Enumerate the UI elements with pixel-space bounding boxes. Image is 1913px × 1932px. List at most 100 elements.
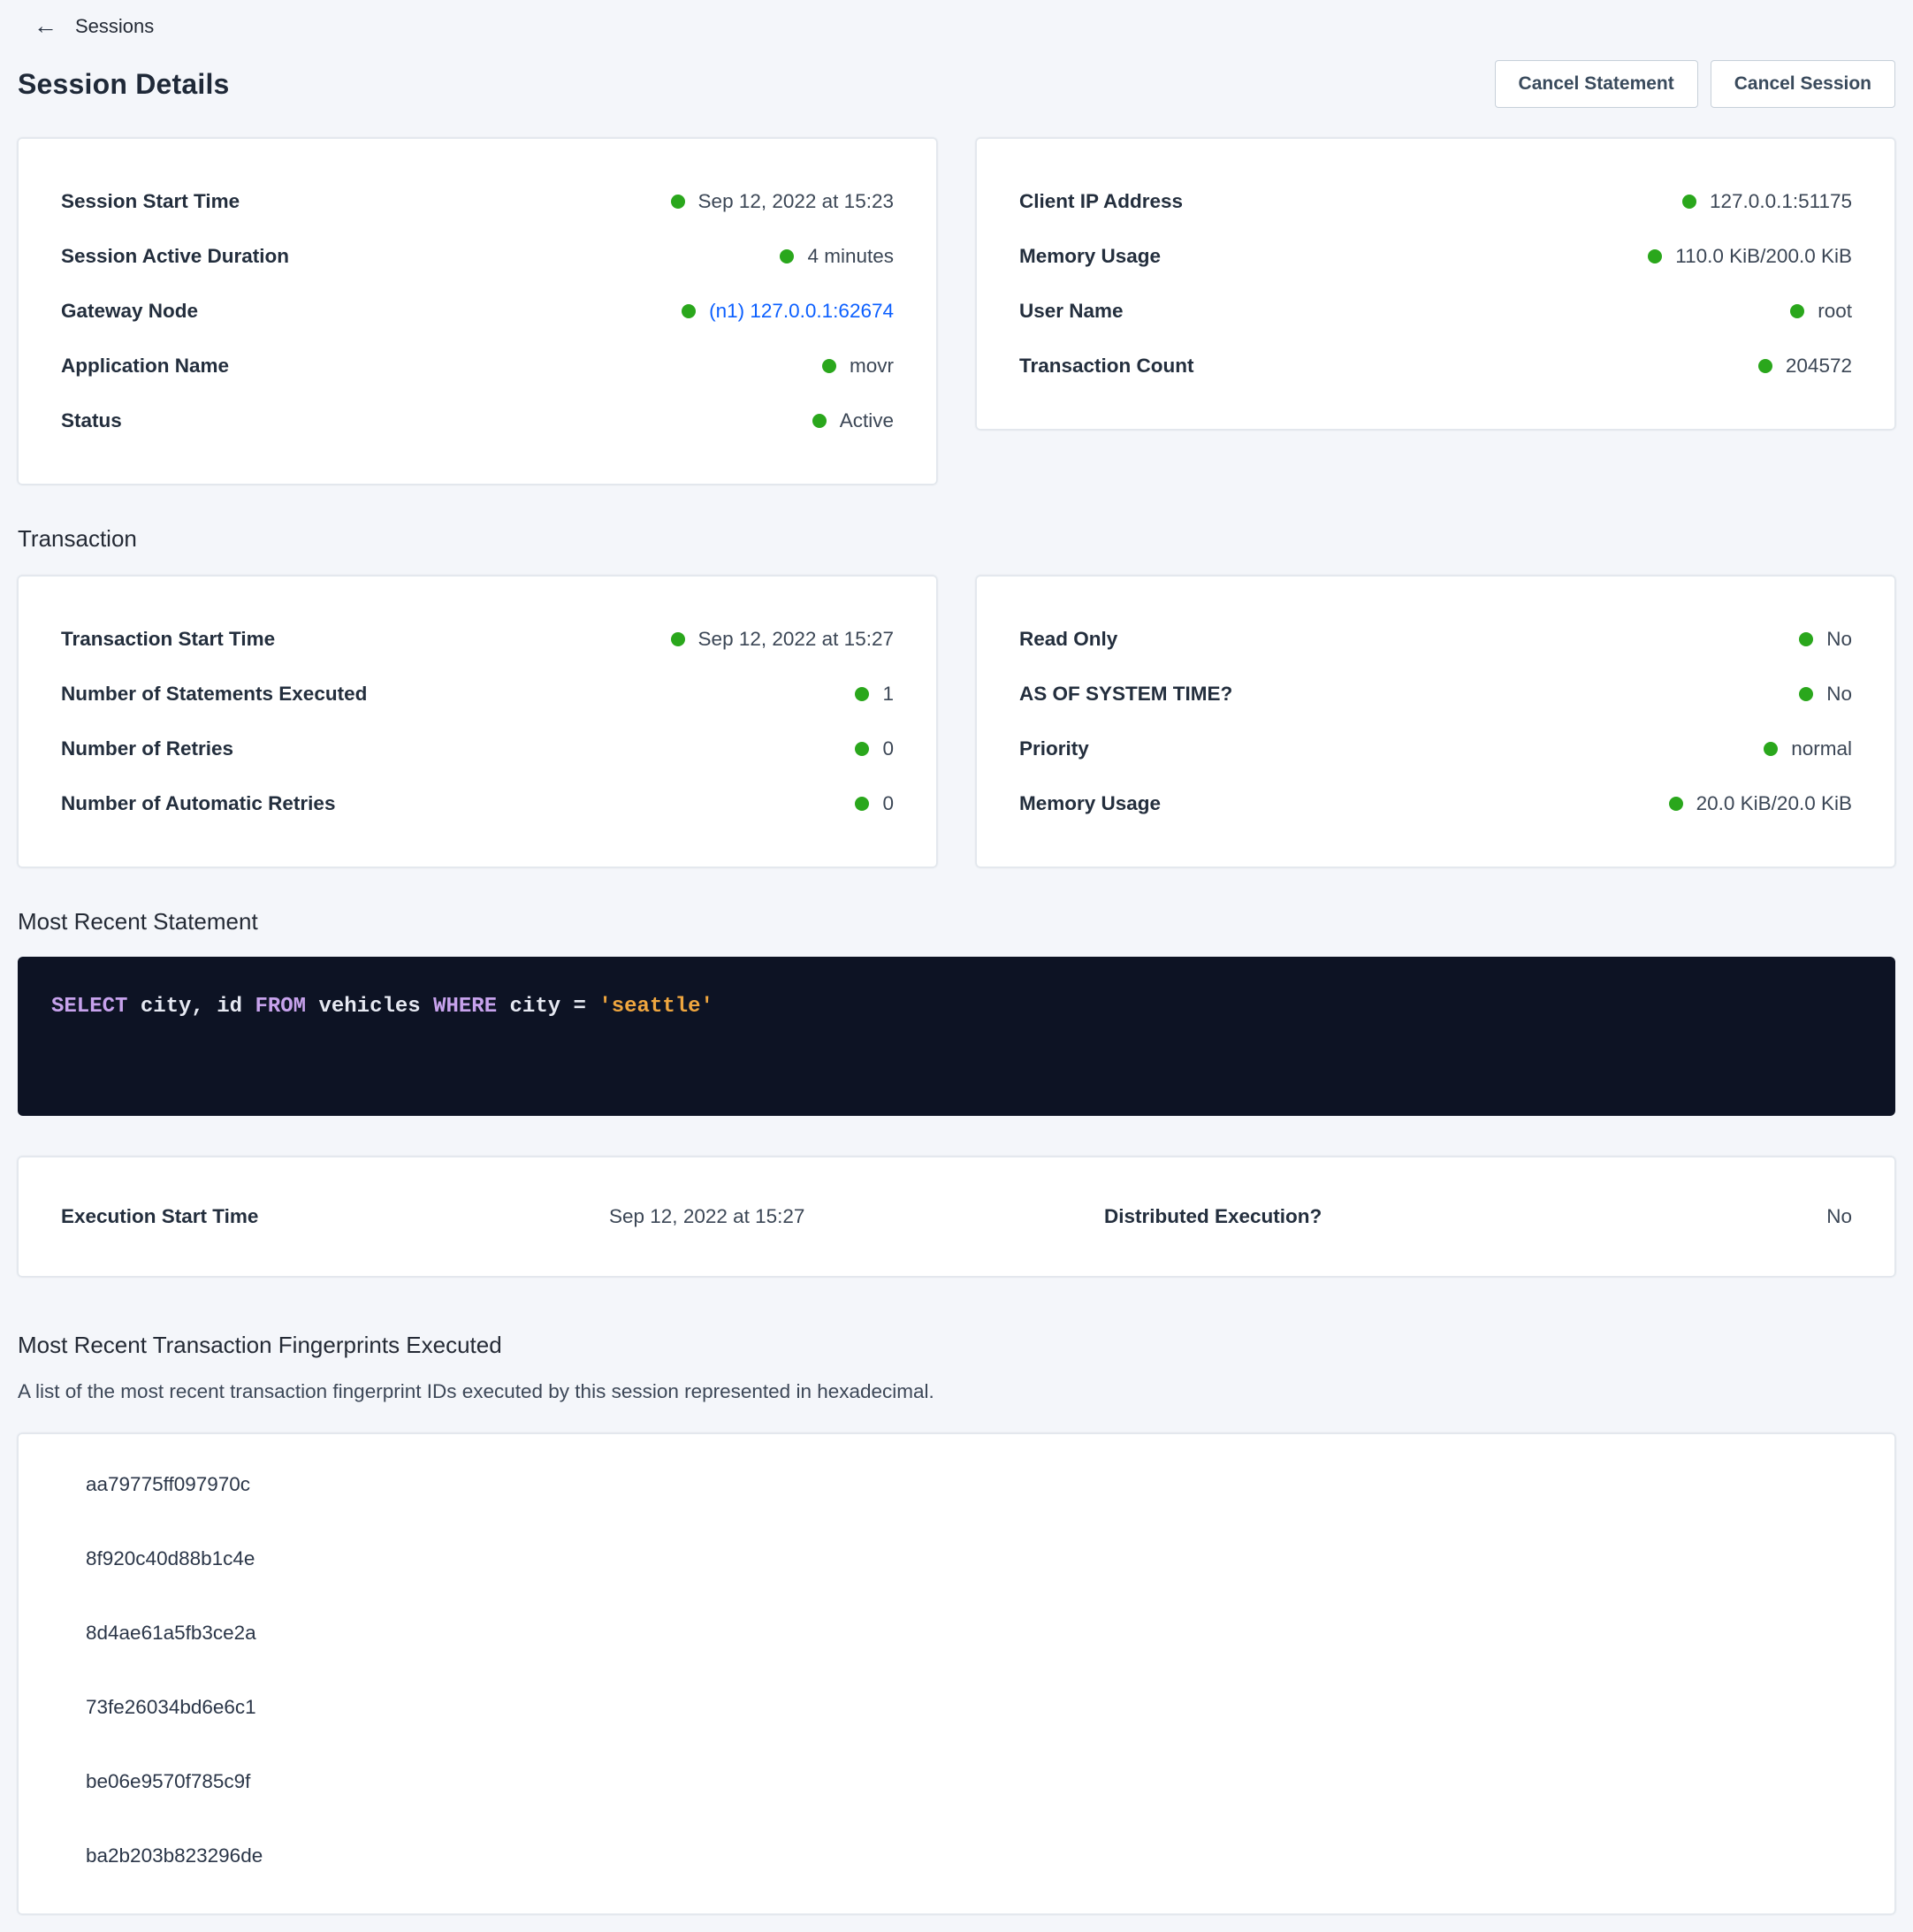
sql-statement: SELECT city, id FROM vehicles WHERE city… bbox=[51, 995, 713, 1019]
detail-row: Priority normal bbox=[1019, 722, 1852, 776]
sql-token: 'seattle' bbox=[598, 995, 713, 1019]
detail-row: Number of Automatic Retries 0 bbox=[61, 776, 894, 831]
detail-row: Status Active bbox=[61, 393, 894, 448]
execution-start-time-label: Execution Start Time bbox=[61, 1205, 609, 1228]
back-arrow-icon: ← bbox=[34, 14, 57, 38]
detail-row: Transaction Count 204572 bbox=[1019, 339, 1852, 393]
status-dot-icon bbox=[855, 742, 869, 756]
execution-card: Execution Start Time Sep 12, 2022 at 15:… bbox=[18, 1157, 1895, 1277]
detail-label: Number of Statements Executed bbox=[61, 683, 367, 706]
detail-row: Gateway Node (n1) 127.0.0.1:62674 bbox=[61, 284, 894, 339]
detail-row: Session Active Duration 4 minutes bbox=[61, 229, 894, 284]
detail-value: 127.0.0.1:51175 bbox=[1682, 190, 1852, 213]
sql-token: city = bbox=[497, 995, 598, 1019]
detail-label: Transaction Count bbox=[1019, 355, 1194, 378]
status-dot-icon bbox=[855, 797, 869, 811]
fingerprint-item: 73fe26034bd6e6c1 bbox=[61, 1696, 1852, 1719]
distributed-execution-label: Distributed Execution? bbox=[1104, 1205, 1826, 1228]
detail-value: No bbox=[1799, 628, 1852, 651]
status-dot-icon bbox=[1758, 359, 1772, 373]
transaction-row: Transaction Start Time Sep 12, 2022 at 1… bbox=[18, 576, 1895, 867]
status-dot-icon bbox=[1682, 195, 1696, 209]
detail-value-text: 4 minutes bbox=[807, 245, 894, 268]
execution-start-time-value: Sep 12, 2022 at 15:27 bbox=[609, 1205, 1104, 1228]
detail-label: Memory Usage bbox=[1019, 792, 1161, 815]
distributed-execution-value: No bbox=[1826, 1205, 1852, 1228]
detail-label: Status bbox=[61, 409, 122, 432]
status-dot-icon bbox=[855, 687, 869, 701]
status-dot-icon bbox=[812, 414, 827, 428]
detail-value: 1 bbox=[855, 683, 894, 706]
detail-value: 110.0 KiB/200.0 KiB bbox=[1648, 245, 1852, 268]
detail-value-text: No bbox=[1826, 683, 1852, 706]
detail-label: Number of Automatic Retries bbox=[61, 792, 335, 815]
detail-value-text: 0 bbox=[882, 737, 894, 760]
status-dot-icon bbox=[1669, 797, 1683, 811]
detail-row: Read Only No bbox=[1019, 612, 1852, 667]
detail-value-text: (n1) 127.0.0.1:62674 bbox=[709, 300, 894, 323]
fingerprint-item: ba2b203b823296de bbox=[61, 1844, 1852, 1867]
fingerprint-item: aa79775ff097970c bbox=[61, 1473, 1852, 1496]
detail-value: normal bbox=[1764, 737, 1852, 760]
status-dot-icon bbox=[671, 195, 685, 209]
fingerprint-item: 8f920c40d88b1c4e bbox=[61, 1547, 1852, 1570]
detail-row: Client IP Address 127.0.0.1:51175 bbox=[1019, 174, 1852, 229]
sql-statement-box: SELECT city, id FROM vehicles WHERE city… bbox=[18, 957, 1895, 1116]
cancel-statement-button[interactable]: Cancel Statement bbox=[1495, 60, 1698, 108]
detail-label: Priority bbox=[1019, 737, 1089, 760]
fingerprints-description: A list of the most recent transaction fi… bbox=[18, 1380, 1895, 1403]
status-dot-icon bbox=[671, 632, 685, 646]
detail-value-text: Sep 12, 2022 at 15:23 bbox=[698, 190, 894, 213]
detail-row: Number of Statements Executed 1 bbox=[61, 667, 894, 722]
detail-value: Sep 12, 2022 at 15:23 bbox=[671, 190, 894, 213]
detail-label: User Name bbox=[1019, 300, 1124, 323]
detail-label: Session Active Duration bbox=[61, 245, 289, 268]
detail-label: Memory Usage bbox=[1019, 245, 1161, 268]
status-dot-icon bbox=[780, 249, 794, 263]
detail-value: 0 bbox=[855, 792, 894, 815]
detail-label: Client IP Address bbox=[1019, 190, 1183, 213]
cancel-session-button[interactable]: Cancel Session bbox=[1711, 60, 1895, 108]
detail-value-text: movr bbox=[850, 355, 894, 378]
detail-value-text: 127.0.0.1:51175 bbox=[1710, 190, 1852, 213]
detail-row: User Name root bbox=[1019, 284, 1852, 339]
status-dot-icon bbox=[1799, 687, 1813, 701]
fingerprint-item: 8d4ae61a5fb3ce2a bbox=[61, 1622, 1852, 1645]
detail-value: 4 minutes bbox=[780, 245, 894, 268]
detail-value: Sep 12, 2022 at 15:27 bbox=[671, 628, 894, 651]
fingerprints-section-heading: Most Recent Transaction Fingerprints Exe… bbox=[18, 1332, 1895, 1359]
detail-value: 0 bbox=[855, 737, 894, 760]
detail-row: Memory Usage 20.0 KiB/20.0 KiB bbox=[1019, 776, 1852, 831]
fingerprint-item: be06e9570f785c9f bbox=[61, 1770, 1852, 1793]
detail-label: Gateway Node bbox=[61, 300, 198, 323]
status-dot-icon bbox=[682, 304, 696, 318]
detail-value-text: 1 bbox=[882, 683, 894, 706]
breadcrumb-label: Sessions bbox=[75, 15, 154, 38]
detail-value: No bbox=[1799, 683, 1852, 706]
detail-label: Read Only bbox=[1019, 628, 1117, 651]
transaction-card-right: Read Only No AS OF SYSTEM TIME? No P bbox=[976, 576, 1895, 867]
detail-label: Number of Retries bbox=[61, 737, 233, 760]
detail-label: Application Name bbox=[61, 355, 229, 378]
status-dot-icon bbox=[1799, 632, 1813, 646]
statement-section-heading: Most Recent Statement bbox=[18, 908, 1895, 935]
page-header: Session Details Cancel Statement Cancel … bbox=[0, 39, 1913, 108]
breadcrumb-back-link[interactable]: ← Sessions bbox=[34, 14, 154, 38]
sql-token: SELECT bbox=[51, 995, 127, 1019]
status-dot-icon bbox=[822, 359, 836, 373]
status-dot-icon bbox=[1764, 742, 1778, 756]
detail-value-text: 0 bbox=[882, 792, 894, 815]
detail-row: Memory Usage 110.0 KiB/200.0 KiB bbox=[1019, 229, 1852, 284]
detail-value-text: Active bbox=[840, 409, 894, 432]
detail-value-text: No bbox=[1826, 628, 1852, 651]
detail-row: AS OF SYSTEM TIME? No bbox=[1019, 667, 1852, 722]
detail-value: movr bbox=[822, 355, 894, 378]
detail-value[interactable]: (n1) 127.0.0.1:62674 bbox=[682, 300, 894, 323]
detail-value-text: 204572 bbox=[1786, 355, 1852, 378]
page-content: Session Start Time Sep 12, 2022 at 15:23… bbox=[0, 138, 1913, 1932]
detail-row: Application Name movr bbox=[61, 339, 894, 393]
page-title: Session Details bbox=[18, 68, 230, 101]
sql-token: city, id bbox=[127, 995, 255, 1019]
detail-value-text: Sep 12, 2022 at 15:27 bbox=[698, 628, 894, 651]
sql-token: WHERE bbox=[433, 995, 497, 1019]
